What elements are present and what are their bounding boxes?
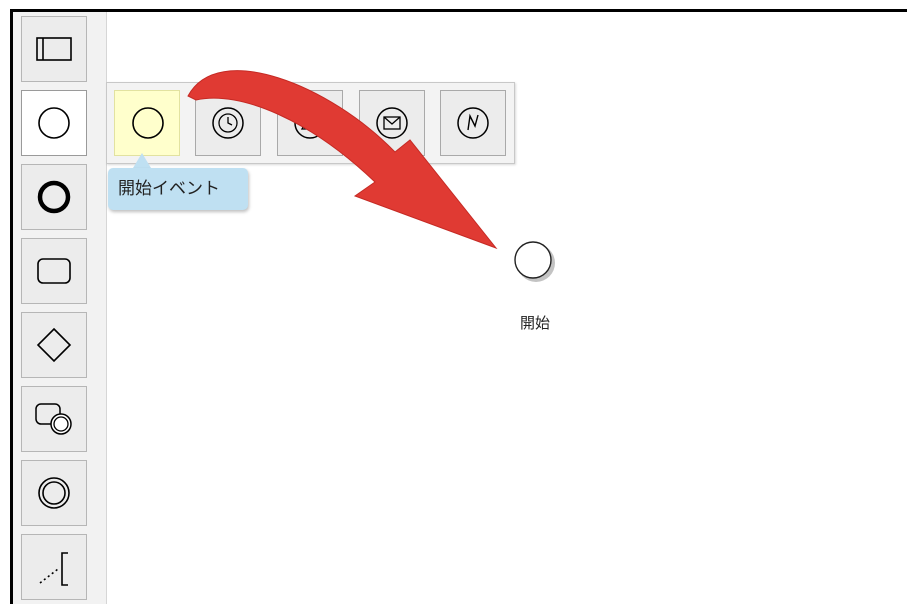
start-event-type-menu xyxy=(106,82,515,164)
start-event-menu-item[interactable] xyxy=(114,90,180,156)
canvas-border-top xyxy=(10,9,907,12)
canvas-start-event[interactable] xyxy=(506,236,572,292)
start-event-tool-button[interactable] xyxy=(21,90,87,156)
pool-icon xyxy=(36,37,72,61)
intermediate-event-icon xyxy=(38,477,70,509)
tooltip-tail xyxy=(133,153,151,168)
end-event-icon xyxy=(37,180,71,214)
annotation-icon xyxy=(39,552,68,586)
start-event-icon xyxy=(38,107,70,139)
signal-start-event-menu-item[interactable] xyxy=(277,90,343,156)
task-tool-button[interactable] xyxy=(21,238,87,304)
subprocess-tool-button[interactable] xyxy=(21,386,87,452)
signal-icon xyxy=(294,107,326,139)
task-icon xyxy=(37,258,71,284)
tooltip: 開始イベント xyxy=(108,168,248,210)
start-event-label: 開始 xyxy=(519,314,550,332)
gateway-icon xyxy=(36,327,72,363)
message-start-event-menu-item[interactable] xyxy=(359,90,425,156)
annotation-tool-button[interactable] xyxy=(21,534,87,600)
start-event-icon xyxy=(132,107,164,139)
timer-start-event-menu-item[interactable] xyxy=(195,90,261,156)
subprocess-icon xyxy=(35,403,72,435)
tool-palette xyxy=(13,12,107,604)
intermediate-event-tool-button[interactable] xyxy=(21,460,87,526)
lightning-icon xyxy=(457,107,489,139)
message-icon xyxy=(376,107,408,139)
gateway-tool-button[interactable] xyxy=(21,312,87,378)
pool-tool-button[interactable] xyxy=(21,16,87,82)
conditional-start-event-menu-item[interactable] xyxy=(440,90,506,156)
end-event-tool-button[interactable] xyxy=(21,164,87,230)
timer-icon xyxy=(212,107,244,139)
